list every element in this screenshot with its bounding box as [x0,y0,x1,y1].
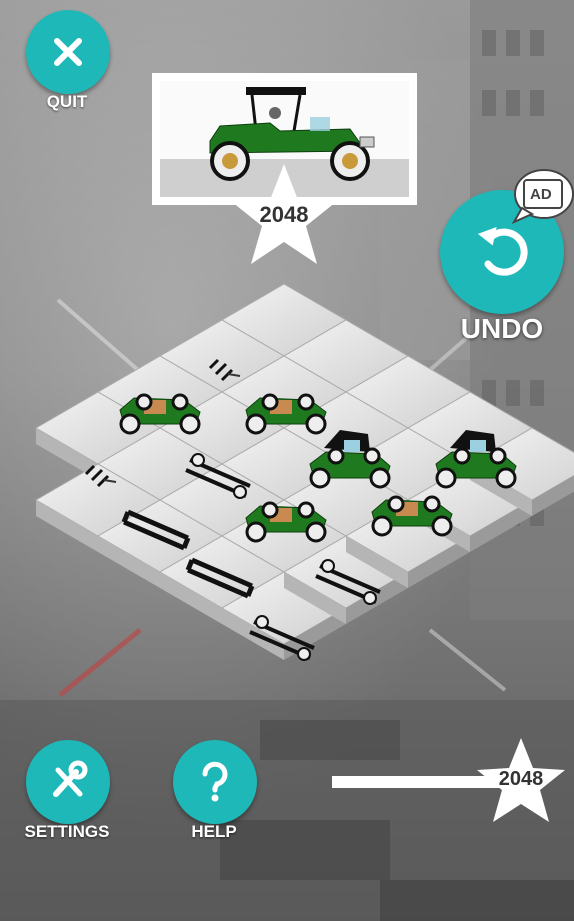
question-icon [202,761,228,802]
best-star: 2048 [474,736,568,824]
help-label: HELP [191,822,237,841]
help-button[interactable] [173,740,257,824]
settings-button[interactable] [26,740,110,824]
progress-fill [332,776,485,788]
best-value: 2048 [498,768,544,790]
settings-label: SETTINGS [24,822,110,841]
wrench-screwdriver-icon [53,760,88,797]
